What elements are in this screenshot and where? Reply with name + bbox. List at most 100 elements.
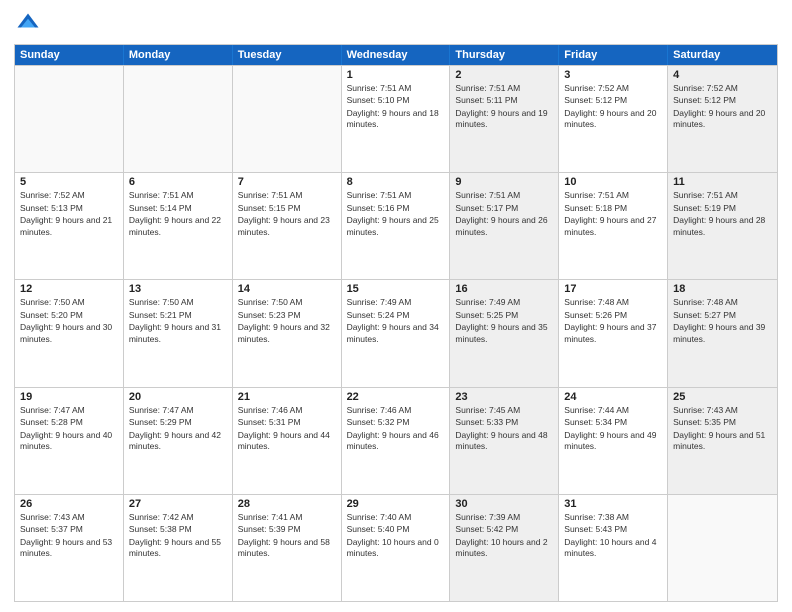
daylight-text: Daylight: 9 hours and 30 minutes. [20,322,118,345]
cal-cell-1-4: 9 Sunrise: 7:51 AM Sunset: 5:17 PMDaylight… [450,173,559,279]
day-number: 10 [564,176,662,188]
cal-cell-2-1: 13Sunrise: 7:50 AMSunset: 5:21 PMDayligh… [124,280,233,386]
day-number: 9 [455,176,553,188]
sunset-text: Sunset: 5:37 PM [20,524,118,535]
cal-cell-3-1: 20Sunrise: 7:47 AMSunset: 5:29 PMDayligh… [124,388,233,494]
sunset-text: Sunset: 5:35 PM [673,417,772,428]
cal-cell-0-5: 3Sunrise: 7:52 AMSunset: 5:12 PMDaylight… [559,66,668,172]
day-number: 25 [673,391,772,403]
day-number: 16 [455,283,553,295]
sunset-text: Sunset: 5:18 PM [564,203,662,214]
sunrise-text: Sunrise: 7:42 AM [129,512,227,523]
col-header-monday: Monday [124,45,233,65]
sunset-text: Sunset: 5:17 PM [455,203,553,214]
daylight-text: Daylight: 9 hours and 26 minutes. [455,215,553,238]
sunset-text: Sunset: 5:33 PM [455,417,553,428]
daylight-text: Daylight: 9 hours and 35 minutes. [455,322,553,345]
day-number: 24 [564,391,662,403]
col-header-tuesday: Tuesday [233,45,342,65]
sunset-text: Sunset: 5:27 PM [673,310,772,321]
page: SundayMondayTuesdayWednesdayThursdayFrid… [0,0,792,612]
cal-cell-0-0 [15,66,124,172]
sunrise-text: Sunrise: 7:51 AM [347,83,445,94]
sunset-text: Sunset: 5:28 PM [20,417,118,428]
col-header-sunday: Sunday [15,45,124,65]
sunrise-text: Sunrise: 7:51 AM [455,83,553,94]
cal-cell-1-5: 10Sunrise: 7:51 AMSunset: 5:18 PMDayligh… [559,173,668,279]
sunrise-text: Sunrise: 7:51 AM [673,190,772,201]
cal-cell-3-2: 21Sunrise: 7:46 AMSunset: 5:31 PMDayligh… [233,388,342,494]
daylight-text: Daylight: 9 hours and 20 minutes. [673,108,772,131]
day-number: 6 [129,176,227,188]
day-number: 15 [347,283,445,295]
calendar-body: 1Sunrise: 7:51 AMSunset: 5:10 PMDaylight… [15,65,777,601]
day-number: 20 [129,391,227,403]
day-number: 29 [347,498,445,510]
sunset-text: Sunset: 5:14 PM [129,203,227,214]
sunrise-text: Sunrise: 7:45 AM [455,405,553,416]
sunset-text: Sunset: 5:11 PM [455,95,553,106]
sunset-text: Sunset: 5:19 PM [673,203,772,214]
daylight-text: Daylight: 9 hours and 27 minutes. [564,215,662,238]
daylight-text: Daylight: 9 hours and 31 minutes. [129,322,227,345]
daylight-text: Daylight: 9 hours and 53 minutes. [20,537,118,560]
cal-cell-4-1: 27Sunrise: 7:42 AMSunset: 5:38 PMDayligh… [124,495,233,601]
sunrise-text: Sunrise: 7:52 AM [20,190,118,201]
cal-row-0: 1Sunrise: 7:51 AMSunset: 5:10 PMDaylight… [15,65,777,172]
day-number: 2 [455,69,553,81]
daylight-text: Daylight: 9 hours and 32 minutes. [238,322,336,345]
sunrise-text: Sunrise: 7:51 AM [129,190,227,201]
sunset-text: Sunset: 5:13 PM [20,203,118,214]
cal-cell-3-3: 22Sunrise: 7:46 AMSunset: 5:32 PMDayligh… [342,388,451,494]
cal-cell-0-4: 2 Sunrise: 7:51 AMSunset: 5:11 PM Daylight… [450,66,559,172]
sunset-text: Sunset: 5:25 PM [455,310,553,321]
cal-cell-2-0: 12Sunrise: 7:50 AMSunset: 5:20 PMDayligh… [15,280,124,386]
day-number: 28 [238,498,336,510]
cal-cell-1-3: 8Sunrise: 7:51 AMSunset: 5:16 PMDaylight… [342,173,451,279]
sunrise-text: Sunrise: 7:46 AM [347,405,445,416]
day-number: 19 [20,391,118,403]
cal-row-4: 26Sunrise: 7:43 AMSunset: 5:37 PMDayligh… [15,494,777,601]
cal-cell-0-3: 1Sunrise: 7:51 AMSunset: 5:10 PMDaylight… [342,66,451,172]
day-number: 27 [129,498,227,510]
cal-cell-4-3: 29Sunrise: 7:40 AMSunset: 5:40 PMDayligh… [342,495,451,601]
day-number: 13 [129,283,227,295]
cal-cell-0-1 [124,66,233,172]
cal-cell-2-6: 18Sunrise: 7:48 AMSunset: 5:27 PMDayligh… [668,280,777,386]
daylight-text: Daylight: 10 hours and 0 minutes. [347,537,445,560]
col-header-wednesday: Wednesday [342,45,451,65]
sunrise-text: Sunrise: 7:46 AM [238,405,336,416]
sunrise-text: Sunrise: 7:43 AM [673,405,772,416]
cal-cell-1-6: 11Sunrise: 7:51 AMSunset: 5:19 PMDayligh… [668,173,777,279]
calendar-header: SundayMondayTuesdayWednesdayThursdayFrid… [15,45,777,65]
sunrise-text: Sunrise: 7:51 AM [347,190,445,201]
cal-cell-3-4: 23 Sunrise: 7:45 AMSunset: 5:33 PM Dayligh… [450,388,559,494]
daylight-text: Daylight: 9 hours and 48 minutes. [455,430,553,453]
sunset-text: Sunset: 5:38 PM [129,524,227,535]
sunrise-text: Sunrise: 7:50 AM [238,297,336,308]
logo-icon [14,10,42,38]
daylight-text: Daylight: 9 hours and 19 minutes. [455,108,553,131]
cal-cell-0-6: 4Sunrise: 7:52 AMSunset: 5:12 PMDaylight… [668,66,777,172]
col-header-saturday: Saturday [668,45,777,65]
col-header-thursday: Thursday [450,45,559,65]
cal-cell-4-2: 28Sunrise: 7:41 AMSunset: 5:39 PMDayligh… [233,495,342,601]
sunrise-text: Sunrise: 7:47 AM [129,405,227,416]
daylight-text: Daylight: 9 hours and 21 minutes. [20,215,118,238]
cal-cell-4-0: 26Sunrise: 7:43 AMSunset: 5:37 PMDayligh… [15,495,124,601]
day-number: 26 [20,498,118,510]
day-number: 31 [564,498,662,510]
cal-cell-0-2 [233,66,342,172]
sunset-text: Sunset: 5:32 PM [347,417,445,428]
daylight-text: Daylight: 9 hours and 18 minutes. [347,108,445,131]
sunset-text: Sunset: 5:12 PM [673,95,772,106]
cal-cell-2-5: 17Sunrise: 7:48 AMSunset: 5:26 PMDayligh… [559,280,668,386]
sunset-text: Sunset: 5:39 PM [238,524,336,535]
sunrise-text: Sunrise: 7:51 AM [238,190,336,201]
day-number: 23 [455,391,553,403]
sunrise-text: Sunrise: 7:51 AM [455,190,553,201]
sunrise-text: Sunrise: 7:41 AM [238,512,336,523]
sunrise-text: Sunrise: 7:38 AM [564,512,662,523]
daylight-text: Daylight: 9 hours and 25 minutes. [347,215,445,238]
sunrise-text: Sunrise: 7:44 AM [564,405,662,416]
